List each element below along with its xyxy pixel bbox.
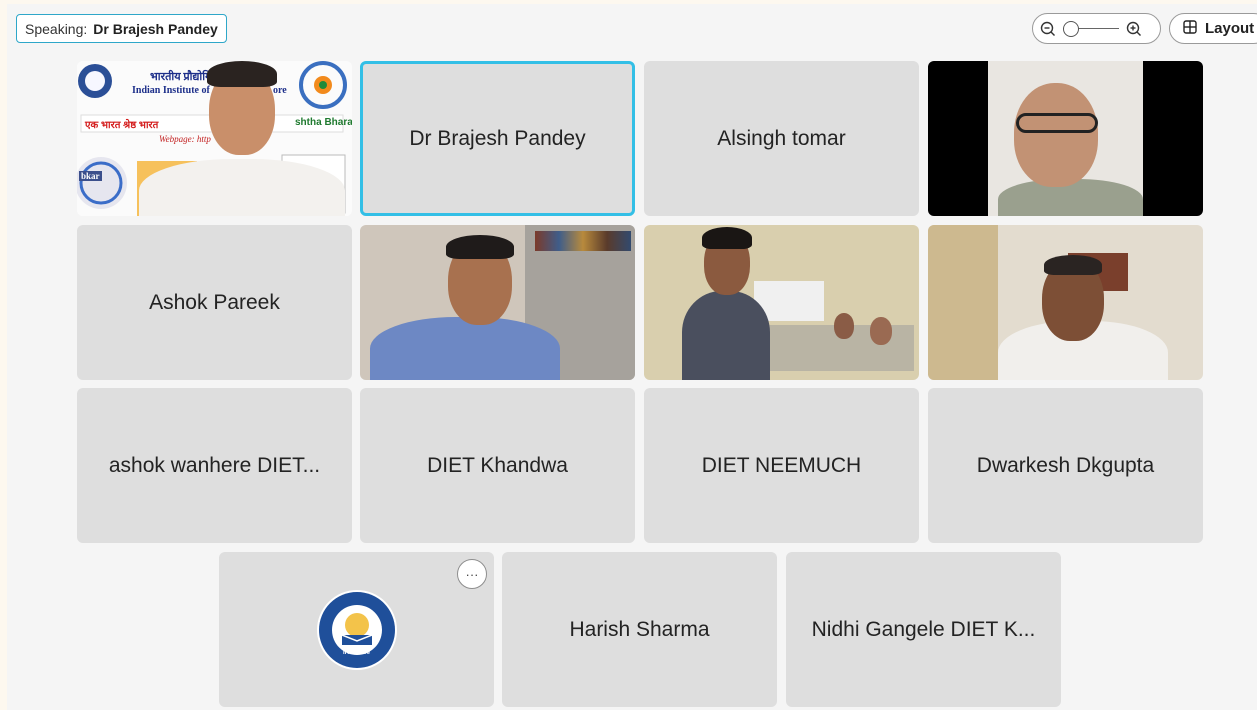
participant-tile-diet-khandwa[interactable]: DIET Khandwa [360, 388, 635, 543]
participant-tile-ashok-pareek[interactable]: Ashok Pareek [77, 225, 352, 380]
gallery-zoom-control [1032, 13, 1161, 44]
banner-ebsb-english: shtha Bharat [295, 117, 352, 128]
participant-name: Dwarkesh Dkgupta [976, 453, 1155, 477]
zoom-in-icon[interactable] [1125, 20, 1143, 38]
banner-ebsb-hindi: एक भारत श्रेष्ठ भारत [85, 120, 159, 131]
participant-body [139, 159, 345, 216]
participant-tile-dr-brajesh-pandey[interactable]: Dr Brajesh Pandey [360, 61, 635, 216]
grid-icon [1183, 19, 1197, 38]
participant-hair [702, 227, 752, 249]
participant-name: DIET NEEMUCH [701, 453, 862, 477]
banner-webpage: Webpage: http [159, 134, 211, 144]
participant-tile-video[interactable] [644, 225, 919, 380]
participant-hair [207, 61, 277, 87]
curtain [928, 225, 998, 380]
participant-body [370, 317, 560, 380]
banner-english-title: Indian Institute of [132, 85, 210, 96]
layout-button[interactable]: Layout [1169, 13, 1257, 44]
logo-caption: IIT Indore [343, 649, 370, 656]
iit-indore-logo: IIT Indore [316, 589, 398, 671]
speaking-indicator: Speaking: Dr Brajesh Pandey [16, 14, 227, 43]
glasses-icon [1016, 113, 1098, 133]
participant-tile-nidhi-gangele[interactable]: Nidhi Gangele DIET K... [786, 552, 1061, 707]
speaking-prefix: Speaking: [25, 20, 88, 37]
participant-tile-iit-indore[interactable]: IIT Indore ··· [219, 552, 494, 707]
zoom-slider-knob[interactable] [1063, 20, 1079, 37]
banner-logo-text: bkar [79, 171, 102, 181]
participant-tile-video[interactable] [928, 61, 1203, 216]
participant-name: Nidhi Gangele DIET K... [811, 617, 1036, 641]
participant-tile-video[interactable] [360, 225, 635, 380]
participant-face [1014, 83, 1098, 187]
books [535, 231, 631, 251]
participant-tile-harish-sharma[interactable]: Harish Sharma [502, 552, 777, 707]
background-person [834, 313, 854, 339]
zoom-out-icon[interactable] [1039, 20, 1057, 38]
participant-tile-dwarkesh-dkgupta[interactable]: Dwarkesh Dkgupta [928, 388, 1203, 543]
participant-tile-alsingh-tomar[interactable]: Alsingh tomar [644, 61, 919, 216]
participant-name: Ashok Pareek [149, 290, 280, 314]
zoom-slider[interactable] [1063, 20, 1119, 37]
participant-tile-diet-neemuch[interactable]: DIET NEEMUCH [644, 388, 919, 543]
speaking-name: Dr Brajesh Pandey [93, 20, 218, 37]
participant-tile-ashok-wanhere[interactable]: ashok wanhere DIET... [77, 388, 352, 543]
participant-name: DIET Khandwa [427, 453, 568, 477]
layout-label: Layout [1205, 20, 1255, 37]
more-options-button[interactable]: ··· [457, 559, 487, 589]
participant-tile-video[interactable]: भारतीय प्रौद्योगिकी Indian Institute of … [77, 61, 352, 216]
participant-hair [1044, 255, 1102, 275]
participant-body [682, 291, 770, 380]
banner-english-title-end: ore [273, 85, 287, 96]
participant-name: ashok wanhere DIET... [108, 453, 321, 477]
participant-name: Dr Brajesh Pandey [409, 126, 586, 150]
participant-tile-video[interactable] [928, 225, 1203, 380]
participant-name: Harish Sharma [569, 617, 710, 641]
background-person [870, 317, 892, 345]
participant-hair [446, 235, 514, 259]
participant-name: Alsingh tomar [717, 126, 846, 150]
